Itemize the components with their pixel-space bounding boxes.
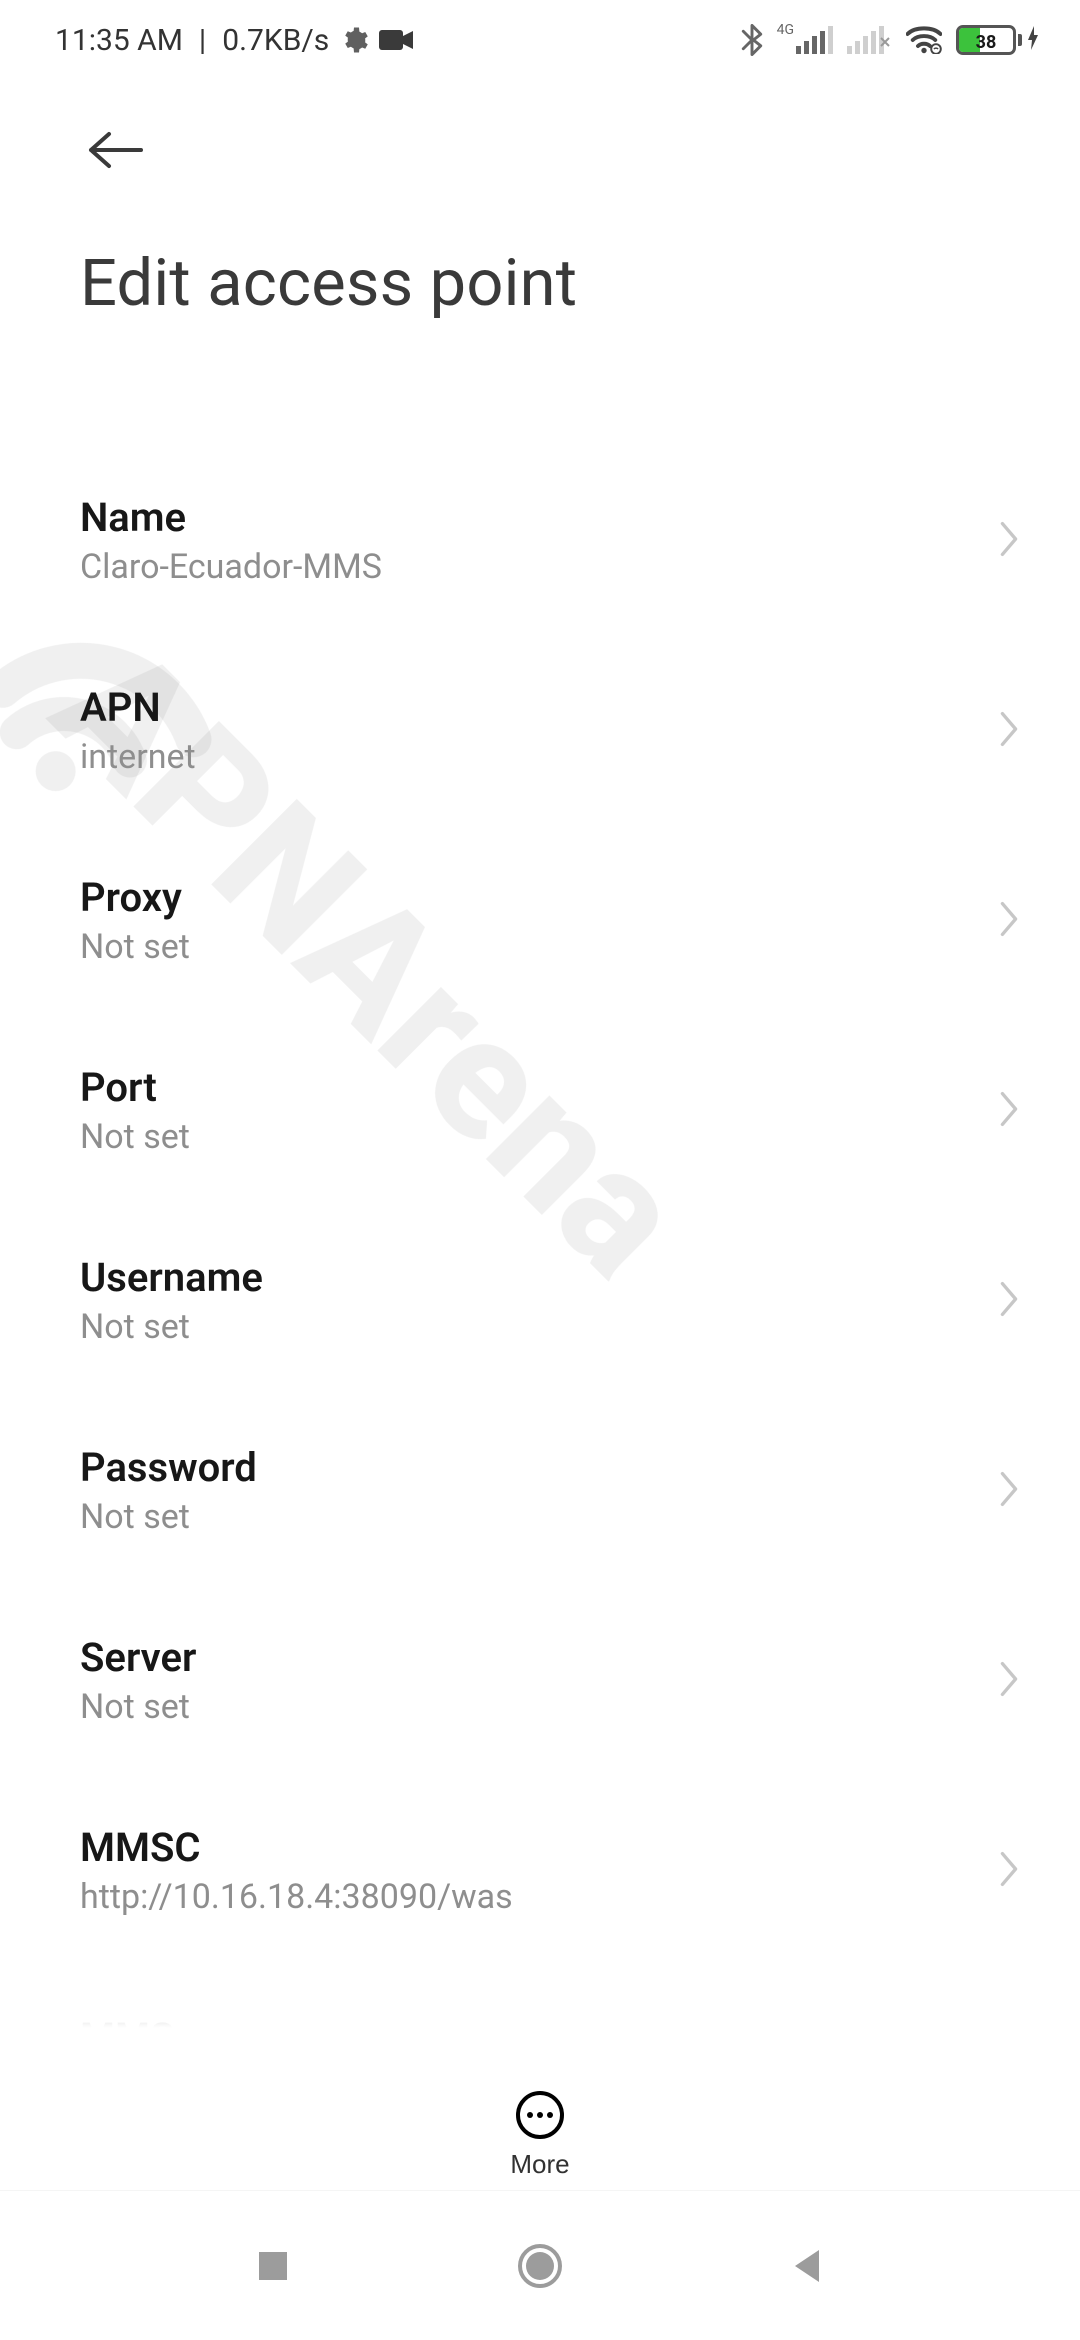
- chevron-right-icon: [998, 900, 1020, 942]
- status-time: 11:35 AM: [55, 23, 183, 58]
- gear-icon: [339, 25, 369, 55]
- back-button[interactable]: [80, 115, 150, 185]
- status-data-rate: 0.7KB/s: [222, 23, 329, 58]
- signal-sim1-icon: 4G: [777, 26, 833, 54]
- chevron-right-icon: [998, 1280, 1020, 1322]
- page-title: Edit access point: [0, 185, 1080, 321]
- signal-sim2-icon: [847, 26, 892, 54]
- row-username[interactable]: Username Not set: [0, 1206, 1080, 1396]
- row-server[interactable]: Server Not set: [0, 1586, 1080, 1776]
- square-icon: [255, 2248, 291, 2284]
- chevron-right-icon: [998, 1660, 1020, 1702]
- more-icon: [516, 2091, 564, 2139]
- row-label: Username: [80, 1255, 263, 1301]
- app-content: Edit access point Name Claro-Ecuador-MMS…: [0, 80, 1080, 2190]
- status-left: 11:35 AM | 0.7KB/s: [55, 23, 413, 58]
- row-label: Port: [80, 1065, 190, 1111]
- status-separator: |: [199, 23, 206, 58]
- status-right: 4G 38: [741, 23, 1040, 58]
- settings-list: Name Claro-Ecuador-MMS APN internet Prox…: [0, 446, 1080, 2156]
- footer: More: [0, 1940, 1080, 2190]
- bluetooth-icon: [741, 24, 763, 56]
- status-bar: 11:35 AM | 0.7KB/s 4G: [0, 0, 1080, 80]
- nav-recents-button[interactable]: [213, 2226, 333, 2306]
- row-port[interactable]: Port Not set: [0, 1016, 1080, 1206]
- row-value: Not set: [80, 1687, 196, 1728]
- row-label: Proxy: [80, 875, 190, 921]
- row-password[interactable]: Password Not set: [0, 1396, 1080, 1586]
- row-value: Not set: [80, 1307, 263, 1348]
- chevron-right-icon: [998, 1850, 1020, 1892]
- triangle-left-icon: [789, 2246, 825, 2286]
- row-value: internet: [80, 737, 196, 778]
- more-button[interactable]: More: [510, 2091, 569, 2180]
- row-label: Password: [80, 1445, 257, 1491]
- row-label: MMSC: [80, 1825, 513, 1871]
- row-value: Not set: [80, 1117, 190, 1158]
- row-value: Claro-Ecuador-MMS: [80, 547, 382, 588]
- battery-icon: 38: [956, 23, 1040, 58]
- circle-icon: [516, 2242, 564, 2290]
- arrow-left-icon: [83, 130, 147, 170]
- chevron-right-icon: [998, 710, 1020, 752]
- nav-home-button[interactable]: [480, 2226, 600, 2306]
- chevron-right-icon: [998, 520, 1020, 562]
- row-label: APN: [80, 685, 196, 731]
- wifi-icon: [906, 26, 942, 54]
- camera-icon: [379, 28, 413, 52]
- row-value: http://10.16.18.4:38090/was: [80, 1877, 513, 1918]
- nav-back-button[interactable]: [747, 2226, 867, 2306]
- row-mmsc[interactable]: MMSC http://10.16.18.4:38090/was: [0, 1776, 1080, 1966]
- chevron-right-icon: [998, 1090, 1020, 1132]
- chevron-right-icon: [998, 1470, 1020, 1512]
- more-label: More: [510, 2149, 569, 2180]
- nav-bar: [0, 2190, 1080, 2340]
- row-name[interactable]: Name Claro-Ecuador-MMS: [0, 446, 1080, 636]
- row-value: Not set: [80, 927, 190, 968]
- row-apn[interactable]: APN internet: [0, 636, 1080, 826]
- row-label: Name: [80, 495, 382, 541]
- row-value: Not set: [80, 1497, 257, 1538]
- row-label: Server: [80, 1635, 196, 1681]
- row-proxy[interactable]: Proxy Not set: [0, 826, 1080, 1016]
